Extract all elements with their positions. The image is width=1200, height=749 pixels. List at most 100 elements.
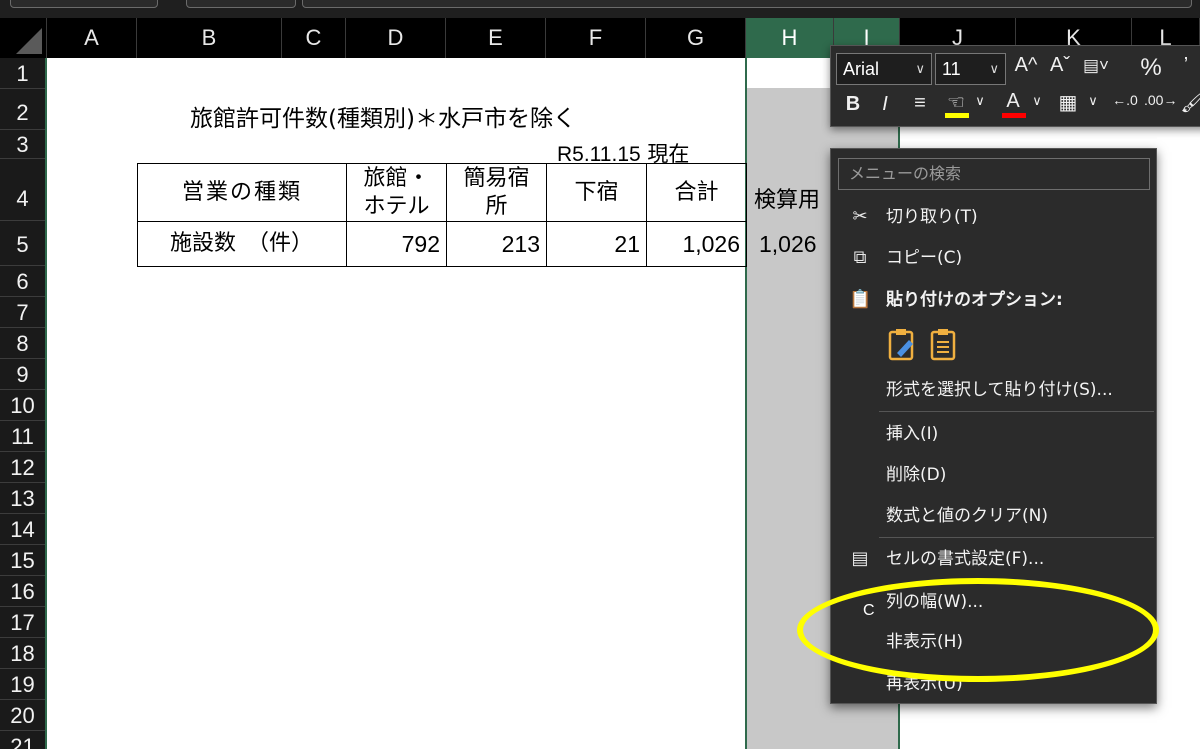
annotation-letter: C	[863, 602, 875, 619]
menu-item-copy[interactable]: ⧉ コピー(C)	[831, 239, 1156, 277]
row-header[interactable]: 13	[0, 483, 45, 514]
chevron-down-icon[interactable]: ∨	[973, 93, 987, 109]
menu-item-label: 挿入(I)	[886, 424, 939, 444]
row-header[interactable]: 18	[0, 638, 45, 669]
row-header[interactable]: 14	[0, 514, 45, 545]
font-name-value: Arial	[843, 59, 880, 79]
row-header[interactable]: 19	[0, 669, 45, 700]
menu-item-column-width[interactable]: 列の幅(W)...	[831, 583, 1156, 621]
name-box[interactable]	[10, 0, 158, 8]
select-all-corner[interactable]	[0, 18, 47, 58]
table-cell-value[interactable]: 792	[346, 221, 447, 267]
menu-item-paste-special[interactable]: 形式を選択して貼り付け(S)...	[831, 371, 1156, 409]
column-header-a[interactable]: A	[47, 18, 137, 58]
menu-item-hide[interactable]: 非表示(H)	[831, 623, 1156, 661]
increase-decimal-icon[interactable]: ←.0	[1110, 92, 1140, 108]
row-header-column: 1 2 3 4 5 6 7 8 9 10 11 12 13 14 15 16 1…	[0, 58, 47, 749]
row-header[interactable]: 1	[0, 58, 45, 89]
row-header[interactable]: 10	[0, 390, 45, 421]
chevron-down-icon: ∨	[915, 61, 925, 76]
menu-item-cut[interactable]: ✂ 切り取り(T)	[831, 198, 1156, 236]
row-header[interactable]: 5	[0, 221, 45, 266]
menu-item-label: 切り取り(T)	[886, 207, 978, 227]
fill-color-icon[interactable]: ☜	[941, 90, 971, 115]
row-header[interactable]: 9	[0, 359, 45, 390]
font-size-value: 11	[942, 59, 961, 79]
column-header-g[interactable]: G	[646, 18, 746, 58]
formula-input[interactable]	[302, 0, 1192, 8]
menu-item-label: 削除(D)	[886, 465, 947, 485]
row-header[interactable]: 2	[0, 89, 45, 130]
increase-font-size-button[interactable]: A^	[1011, 54, 1041, 77]
decrease-decimal-icon[interactable]: .00→	[1144, 92, 1177, 108]
menu-item-format-cells[interactable]: ▤ セルの書式設定(F)...	[831, 540, 1156, 578]
column-header-c[interactable]: C	[282, 18, 346, 58]
font-color-swatch	[1002, 113, 1026, 118]
check-value[interactable]: 1,026	[759, 231, 817, 258]
row-header[interactable]: 4	[0, 159, 45, 221]
row-header[interactable]: 3	[0, 130, 45, 159]
format-cells-icon: ▤	[851, 548, 869, 569]
percent-style-button[interactable]: %	[1136, 54, 1166, 82]
row-header[interactable]: 15	[0, 545, 45, 576]
row-header[interactable]: 7	[0, 297, 45, 328]
menu-item-unhide[interactable]: 再表示(U)	[831, 665, 1156, 703]
font-color-icon[interactable]: A	[998, 90, 1028, 113]
row-header[interactable]: 12	[0, 452, 45, 483]
clipboard-icon: 📋	[849, 289, 872, 310]
row-header[interactable]: 11	[0, 421, 45, 452]
format-style-icon[interactable]: ▤˅	[1081, 56, 1111, 76]
column-header-d[interactable]: D	[346, 18, 446, 58]
copy-icon: ⧉	[853, 247, 867, 268]
mini-toolbar: Arial ∨ 11 ∨ A^ Aˇ ▤˅ % ’ B I ≡ ☜ ∨ A ∨ …	[830, 45, 1200, 127]
font-size-dropdown[interactable]: 11 ∨	[935, 53, 1006, 85]
table-header-cell[interactable]: 簡易宿 所	[446, 163, 547, 222]
row-header[interactable]: 8	[0, 328, 45, 359]
format-painter-icon[interactable]: 🖌	[1178, 90, 1200, 115]
font-name-dropdown[interactable]: Arial ∨	[836, 53, 932, 85]
menu-item-label: 列の幅(W)...	[886, 592, 984, 612]
menu-item-delete[interactable]: 削除(D)	[831, 456, 1156, 494]
function-box[interactable]	[186, 0, 296, 8]
column-header-b[interactable]: B	[137, 18, 282, 58]
row-header[interactable]: 6	[0, 266, 45, 297]
scissors-icon: ✂	[852, 206, 868, 227]
table-header-cell[interactable]: 合計	[646, 163, 747, 222]
table-cell-value[interactable]: 213	[446, 221, 547, 267]
row-header[interactable]: 21	[0, 731, 45, 749]
menu-item-label: 再表示(U)	[886, 674, 963, 694]
borders-icon[interactable]: ▦	[1053, 90, 1083, 115]
menu-item-clear-contents[interactable]: 数式と値のクリア(N)	[831, 497, 1156, 535]
decrease-font-size-button[interactable]: Aˇ	[1045, 54, 1075, 77]
table-header-cell[interactable]: 旅館・ ホテル	[346, 163, 447, 222]
table-cell-value[interactable]: 1,026	[646, 221, 747, 267]
table-cell-value[interactable]: 21	[546, 221, 647, 267]
paste-clipboard-icon[interactable]	[929, 327, 959, 361]
bold-button[interactable]: B	[841, 93, 865, 116]
table-header-cell[interactable]: 営業の種類	[137, 163, 347, 222]
comma-style-icon[interactable]: ’	[1171, 54, 1200, 77]
menu-heading-paste-options: 📋 貼り付けのオプション:	[831, 281, 1156, 319]
license-count-table: 営業の種類 旅館・ ホテル 簡易宿 所 下宿 合計 施設数 （件） 792 21…	[137, 163, 747, 267]
context-menu: メニューの検索 ✂ 切り取り(T) ⧉ コピー(C) 📋 貼り付けのオプション:…	[830, 148, 1157, 704]
menu-search-input[interactable]: メニューの検索	[838, 158, 1150, 190]
chevron-down-icon[interactable]: ∨	[1030, 93, 1044, 109]
menu-item-label: 非表示(H)	[886, 632, 964, 652]
column-header-h[interactable]: H	[746, 18, 834, 58]
paste-formatting-icon[interactable]	[887, 327, 917, 361]
italic-button[interactable]: I	[873, 93, 897, 116]
menu-item-insert[interactable]: 挿入(I)	[831, 415, 1156, 453]
row-header[interactable]: 20	[0, 700, 45, 731]
formula-bar-strip	[0, 0, 1200, 18]
align-center-icon[interactable]: ≡	[905, 92, 935, 115]
column-header-f[interactable]: F	[546, 18, 646, 58]
chevron-down-icon[interactable]: ∨	[1086, 93, 1100, 109]
table-row-label[interactable]: 施設数 （件）	[137, 221, 347, 267]
row-header[interactable]: 16	[0, 576, 45, 607]
sheet-title: 旅館許可件数(種類別)＊水戸市を除く	[190, 106, 576, 132]
row-header[interactable]: 17	[0, 607, 45, 638]
column-header-e[interactable]: E	[446, 18, 546, 58]
check-label[interactable]: 検算用	[754, 182, 820, 214]
table-header-cell[interactable]: 下宿	[546, 163, 647, 222]
menu-item-label: コピー(C)	[886, 248, 963, 268]
